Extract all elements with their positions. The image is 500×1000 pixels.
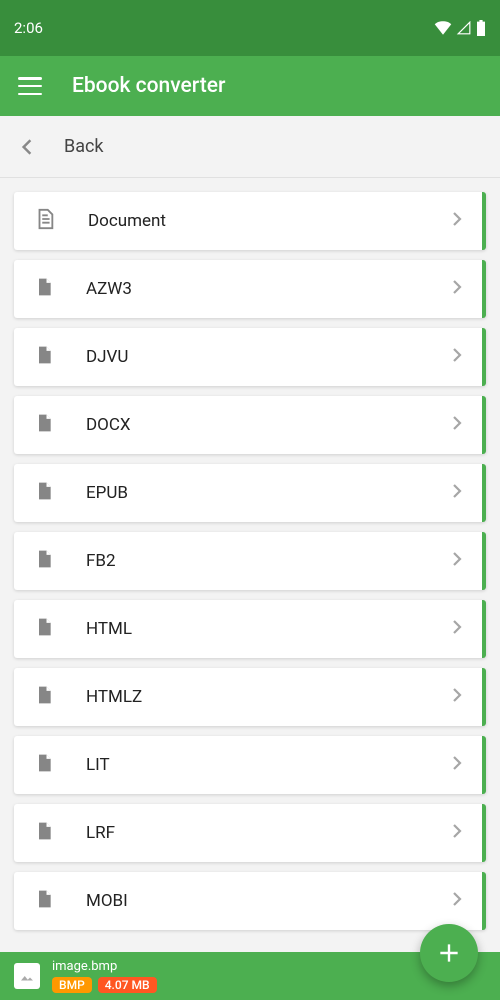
cell-signal-icon — [456, 21, 472, 35]
file-icon — [34, 820, 54, 846]
file-size-badge: 4.07 MB — [98, 977, 157, 993]
app-bar: Ebook converter — [0, 56, 500, 116]
chevron-right-icon — [452, 415, 462, 435]
status-bar: 2:06 — [0, 0, 500, 56]
format-label: DOCX — [86, 415, 420, 435]
format-label: LRF — [86, 823, 420, 843]
document-icon — [34, 208, 56, 234]
format-row-lrf[interactable]: LRF — [14, 804, 486, 862]
file-info: image.bmp BMP 4.07 MB — [52, 959, 157, 993]
format-row-document[interactable]: Document — [14, 192, 486, 250]
format-label: MOBI — [86, 891, 420, 911]
add-fab[interactable] — [420, 924, 478, 982]
file-icon — [34, 480, 54, 506]
format-label: AZW3 — [86, 279, 420, 299]
app-title: Ebook converter — [72, 74, 225, 98]
chevron-right-icon — [452, 891, 462, 911]
format-row-epub[interactable]: EPUB — [14, 464, 486, 522]
format-list: Document AZW3 DJVU DOCX EPUB FB2 HTML HTMLZ LIT L… — [0, 178, 500, 1000]
file-icon — [34, 616, 54, 642]
file-ext-badge: BMP — [52, 977, 92, 993]
battery-icon — [476, 20, 486, 36]
back-button[interactable]: Back — [0, 116, 500, 178]
file-name: image.bmp — [52, 959, 157, 975]
status-time: 2:06 — [14, 19, 43, 37]
chevron-left-icon — [20, 138, 34, 156]
chevron-right-icon — [452, 687, 462, 707]
format-label: DJVU — [86, 347, 420, 367]
wifi-icon — [434, 21, 452, 35]
format-row-htmlz[interactable]: HTMLZ — [14, 668, 486, 726]
format-row-html[interactable]: HTML — [14, 600, 486, 658]
file-icon — [34, 276, 54, 302]
chevron-right-icon — [452, 823, 462, 843]
file-icon — [34, 548, 54, 574]
chevron-right-icon — [452, 211, 462, 231]
file-icon — [34, 412, 54, 438]
chevron-right-icon — [452, 551, 462, 571]
format-label: LIT — [86, 755, 420, 775]
format-label: Document — [88, 211, 420, 231]
format-row-djvu[interactable]: DJVU — [14, 328, 486, 386]
format-row-mobi[interactable]: MOBI — [14, 872, 486, 930]
chevron-right-icon — [452, 483, 462, 503]
format-label: EPUB — [86, 483, 420, 503]
file-icon — [34, 684, 54, 710]
format-label: HTMLZ — [86, 687, 420, 707]
file-icon — [34, 888, 54, 914]
chevron-right-icon — [452, 619, 462, 639]
plus-icon — [436, 940, 462, 966]
format-label: FB2 — [86, 551, 420, 571]
status-indicators — [434, 20, 486, 36]
chevron-right-icon — [452, 347, 462, 367]
image-icon — [18, 967, 36, 985]
format-row-azw3[interactable]: AZW3 — [14, 260, 486, 318]
format-row-lit[interactable]: LIT — [14, 736, 486, 794]
file-icon — [34, 752, 54, 778]
file-icon — [34, 344, 54, 370]
chevron-right-icon — [452, 755, 462, 775]
format-row-docx[interactable]: DOCX — [14, 396, 486, 454]
format-label: HTML — [86, 619, 420, 639]
file-thumbnail — [14, 963, 40, 989]
format-row-fb2[interactable]: FB2 — [14, 532, 486, 590]
breadcrumb-label: Back — [64, 136, 104, 157]
menu-icon[interactable] — [18, 77, 42, 95]
chevron-right-icon — [452, 279, 462, 299]
